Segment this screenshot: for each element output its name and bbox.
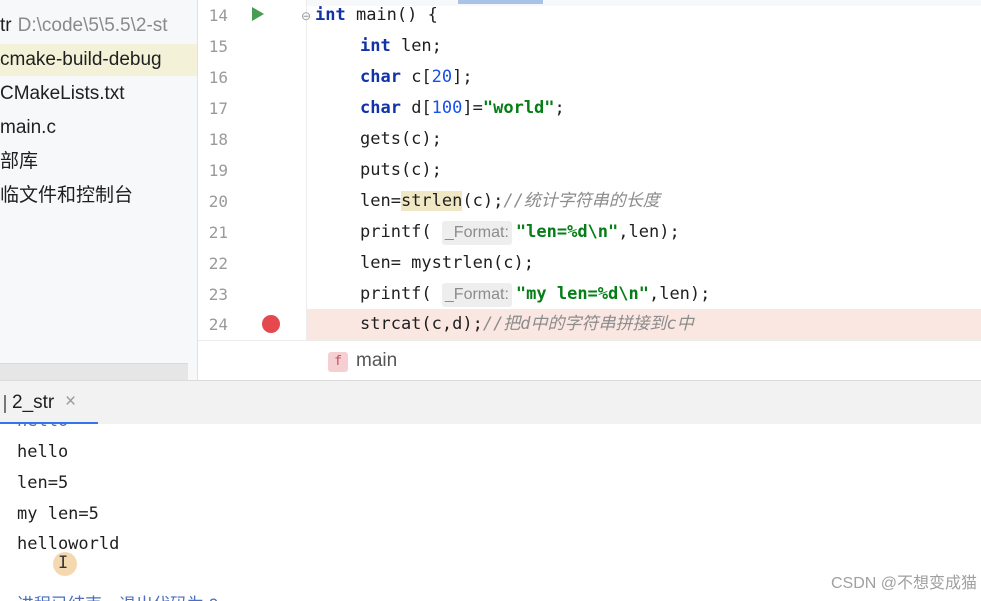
tree-item-label: 临文件和控制台 bbox=[0, 185, 134, 206]
code-line[interactable]: 21 printf( _Format: "len=%d\n",len); bbox=[198, 217, 981, 248]
code-text: puts(c); bbox=[360, 160, 442, 180]
parameter-hint: _Format: bbox=[441, 283, 512, 307]
root-path: D:\code\5\5.5\2-st bbox=[17, 15, 168, 36]
fold-icon[interactable]: ⊖ bbox=[301, 9, 311, 23]
tree-item-main-c[interactable]: main.c bbox=[0, 112, 56, 144]
code-text: gets(c); bbox=[360, 129, 442, 149]
code-text: int len; bbox=[360, 36, 442, 56]
console-line-partial: hello bbox=[17, 424, 68, 436]
text-cursor-icon: I bbox=[58, 553, 69, 573]
process-exit-message: 进程已结束，退出代码为 0 bbox=[17, 590, 218, 601]
line-number: 19 bbox=[208, 161, 228, 180]
line-number: 16 bbox=[208, 68, 228, 87]
console-tab-icon bbox=[0, 395, 6, 413]
code-text: char c[20]; bbox=[360, 67, 473, 87]
code-text: len= mystrlen(c); bbox=[360, 253, 534, 273]
tree-item-label: cmake-build-debug bbox=[0, 49, 162, 70]
line-number: 17 bbox=[208, 99, 228, 118]
console-line: len=5 bbox=[17, 473, 69, 493]
line-number: 21 bbox=[208, 223, 228, 242]
tree-item-cmake-build-debug[interactable]: cmake-build-debug bbox=[0, 44, 197, 76]
code-line[interactable]: 23 printf( _Format: "my len=%d\n",len); bbox=[198, 279, 981, 310]
tree-item-external-libraries[interactable]: 部库 bbox=[0, 146, 38, 178]
parameter-hint: _Format: bbox=[441, 221, 512, 245]
code-text: strcat(c,d);//把d中的字符串拼接到c中 bbox=[360, 314, 694, 334]
run-tab-label[interactable]: 2_str bbox=[12, 392, 54, 414]
run-gutter-icon[interactable] bbox=[252, 7, 264, 21]
line-number: 14 bbox=[208, 6, 228, 25]
code-text: int main() { bbox=[315, 5, 438, 25]
console-line: hello bbox=[17, 442, 69, 462]
tree-item-label: 部库 bbox=[0, 151, 39, 172]
line-number: 23 bbox=[208, 285, 228, 304]
code-text: char d[100]="world"; bbox=[360, 98, 565, 118]
line-number: 15 bbox=[208, 37, 228, 56]
code-line[interactable]: 18 gets(c); bbox=[198, 124, 981, 155]
breakpoint-icon[interactable] bbox=[262, 315, 280, 333]
project-sidebar: tr D:\code\5\5.5\2-st cmake-build-debug C… bbox=[0, 0, 198, 380]
close-icon[interactable]: × bbox=[65, 391, 76, 413]
code-line[interactable]: 17 char d[100]="world"; bbox=[198, 93, 981, 124]
tree-item-scratches-consoles[interactable]: 临文件和控制台 bbox=[0, 180, 133, 212]
code-line[interactable]: 20 len=strlen(c);//统计字符串的长度 bbox=[198, 186, 981, 217]
tree-item-label: CMakeLists.txt bbox=[0, 83, 125, 104]
code-line[interactable]: 16 char c[20]; bbox=[198, 62, 981, 93]
watermark: CSDN @不想变成猫 bbox=[830, 575, 977, 592]
run-tool-window-header: 2_str × bbox=[0, 380, 981, 425]
code-line[interactable]: 22 len= mystrlen(c); bbox=[198, 248, 981, 279]
line-number: 24 bbox=[208, 315, 228, 334]
line-number: 18 bbox=[208, 130, 228, 149]
tree-root[interactable]: tr D:\code\5\5.5\2-st bbox=[0, 10, 168, 42]
sidebar-horizontal-scrollbar[interactable] bbox=[0, 363, 188, 380]
tree-item-label: main.c bbox=[0, 117, 56, 138]
line-number: 22 bbox=[208, 254, 228, 273]
code-text: len=strlen(c);//统计字符串的长度 bbox=[360, 191, 660, 211]
tree-item-cmakelists[interactable]: CMakeLists.txt bbox=[0, 78, 125, 110]
code-text: printf( _Format: "len=%d\n",len); bbox=[360, 217, 680, 248]
code-editor[interactable]: 14 ⊖ int main() { 15 int len; 16 char c[… bbox=[198, 0, 981, 380]
editor-breadcrumb: f main bbox=[198, 340, 981, 380]
line-number: 20 bbox=[208, 192, 228, 211]
function-icon: f bbox=[328, 352, 348, 372]
root-label: tr bbox=[0, 15, 12, 36]
console-line: my len=5 bbox=[17, 504, 99, 524]
code-line[interactable]: 14 ⊖ int main() { bbox=[198, 0, 981, 31]
code-text: printf( _Format: "my len=%d\n",len); bbox=[360, 279, 710, 310]
code-line[interactable]: 24 strcat(c,d);//把d中的字符串拼接到c中 bbox=[198, 309, 981, 340]
code-line[interactable]: 15 int len; bbox=[198, 31, 981, 62]
breadcrumb-function[interactable]: main bbox=[356, 350, 397, 372]
code-line[interactable]: 19 puts(c); bbox=[198, 155, 981, 186]
